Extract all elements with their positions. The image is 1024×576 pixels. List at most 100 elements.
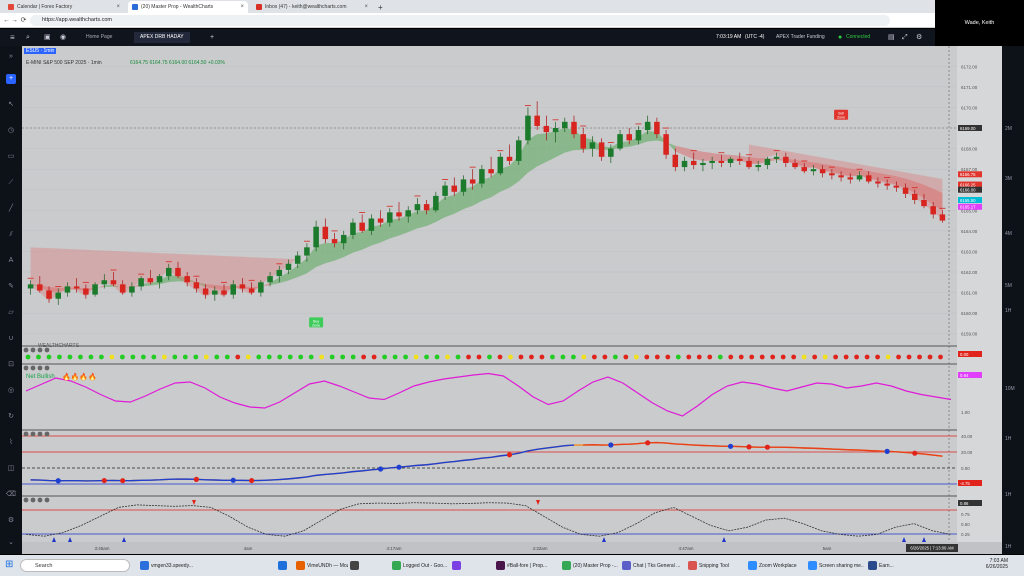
close-icon[interactable]: × (364, 4, 368, 10)
time-tick-label: 4:17am (386, 546, 401, 551)
close-icon[interactable]: × (240, 4, 244, 10)
layout-icon[interactable]: ▣ (44, 29, 51, 46)
fullscreen-icon[interactable]: ⤢ (902, 29, 908, 46)
taskbar-clock[interactable]: 7:03 AM 6/26/2025 (978, 558, 1008, 570)
add-icon[interactable]: + (6, 74, 16, 84)
signal-dot (591, 354, 597, 360)
save-icon[interactable]: ▤ (888, 29, 895, 46)
signal-dot (88, 354, 94, 360)
chart-icon[interactable]: ⌇ (6, 438, 16, 448)
signal-dot (654, 354, 660, 360)
forward-button[interactable]: → (10, 15, 19, 26)
interval-label[interactable]: 4M (1005, 231, 1012, 237)
candle-body (801, 167, 808, 172)
signal-dot (193, 354, 199, 360)
cursor-icon[interactable]: ↖ (6, 100, 16, 110)
cloud-band (399, 215, 409, 236)
taskbar-app-1[interactable] (278, 558, 292, 573)
signal-dot (245, 354, 251, 360)
trend-dot (746, 444, 752, 450)
candle-body (783, 156, 789, 163)
windows-start-icon[interactable]: ⊞ (5, 559, 16, 570)
taskbar-app-11[interactable]: Screen sharing me... (808, 558, 864, 573)
interval-label[interactable]: 5M (1005, 283, 1012, 289)
gear-icon[interactable]: ⚙ (6, 516, 16, 526)
taskbar-app-5[interactable] (452, 558, 492, 573)
magnet-icon[interactable]: ∪ (6, 334, 16, 344)
interval-label[interactable]: 1H (1005, 436, 1011, 442)
browser-tab-forex[interactable]: Calendar | Forex Factory × (4, 1, 124, 13)
buy-zone-label-2: Zone (312, 323, 320, 327)
lock-icon[interactable]: ⊡ (6, 360, 16, 370)
taskbar-search-input[interactable]: Search (20, 559, 130, 572)
taskbar-app-9[interactable]: Snipping Tool (688, 558, 744, 573)
tab-home-page[interactable]: Home Page (80, 32, 118, 43)
brush-icon[interactable]: ✎ (6, 282, 16, 292)
settings-icon[interactable]: ⚙ (916, 29, 922, 46)
app-label: Screen sharing me... (819, 562, 864, 569)
price-tick-label: 6162.00 (961, 270, 978, 275)
forexfactory-icon (8, 4, 14, 10)
note-icon[interactable]: ▭ (6, 152, 16, 162)
interval-label[interactable]: 1H (1005, 544, 1011, 550)
taskbar-app-0[interactable]: vmgen33.speedy... (140, 558, 218, 573)
new-tab-button[interactable]: + (376, 1, 388, 13)
browser-tab-inbox[interactable]: Inbox (47) - keith@wealthcharts.com × (252, 1, 372, 13)
signal-dot (571, 354, 576, 360)
refresh-icon[interactable]: ↻ (6, 412, 16, 422)
clock-icon[interactable]: ◷ (6, 126, 16, 136)
chart-area[interactable]: 6172.006171.006170.006169.006168.006167.… (22, 46, 1002, 554)
candle-body (129, 286, 135, 293)
chart-canvas[interactable]: 6172.006171.006170.006169.006168.006167.… (22, 46, 1002, 554)
reload-button[interactable]: ⟳ (19, 15, 28, 26)
collapse-icon[interactable]: » (6, 52, 16, 62)
menu-icon[interactable]: ≡ (10, 29, 15, 46)
eye-icon[interactable]: ◎ (6, 386, 16, 396)
signal-dot (539, 354, 545, 360)
taskbar-app-10[interactable]: Zoom Workplace (748, 558, 804, 573)
trade-account[interactable]: APEX Trader Funding (776, 29, 825, 46)
interval-label[interactable]: 3M (1005, 176, 1012, 182)
close-icon[interactable]: × (116, 4, 120, 10)
price-tick-label: 6164.00 (961, 229, 978, 234)
browser-tab-wealthcharts[interactable]: (20) Master Prop - WealthCharts × (128, 1, 248, 13)
price-tick-label: 6159.00 (961, 332, 978, 337)
line-icon[interactable]: ╱ (6, 204, 16, 214)
taskbar-app-2[interactable]: VimeUNDh — Mozi... (296, 558, 348, 573)
interval-label[interactable]: 1H (1005, 492, 1011, 498)
signal-dot (57, 354, 62, 360)
trendline-icon[interactable]: ⟋ (6, 178, 16, 188)
tab-apex-layout[interactable]: APEX DRB HADAY (134, 32, 190, 43)
interval-label[interactable]: 10M (1005, 386, 1015, 392)
expand-icon[interactable]: ⌄ (6, 538, 16, 548)
channel-icon[interactable]: ⫽ (6, 230, 16, 240)
signal-dot (508, 354, 513, 360)
taskbar-app-6[interactable]: #Ball-fore | Prop... (496, 558, 558, 573)
camera-icon[interactable]: ◉ (60, 29, 66, 46)
taskbar-app-8[interactable]: Chat | Tks General ... (622, 558, 684, 573)
taskbar-app-12[interactable]: Earn... (868, 558, 908, 573)
signal-dot (182, 354, 188, 360)
layers-icon[interactable]: ◫ (6, 464, 16, 474)
search-icon[interactable]: ⌕ (26, 29, 30, 46)
text-icon[interactable]: A (6, 256, 16, 266)
interval-label[interactable]: 1H (1005, 308, 1011, 314)
add-tab-icon[interactable]: + (210, 29, 214, 46)
candle-body (488, 169, 494, 174)
signal-dot (487, 354, 492, 360)
trash-icon[interactable]: ⌫ (6, 490, 16, 500)
taskbar-app-4[interactable]: Logged Out - Goo... (392, 558, 448, 573)
candle-body (515, 140, 522, 161)
candle-body (912, 193, 918, 200)
symbol-badge[interactable]: ESU5 · 1min (24, 48, 57, 54)
candle-body (248, 288, 255, 293)
interval-label[interactable]: 2M (1005, 126, 1012, 132)
ruler-icon[interactable]: ▱ (6, 308, 16, 318)
url-input[interactable]: https://app.wealthcharts.com (30, 15, 890, 26)
signal-dot (99, 354, 104, 360)
taskbar-app-7[interactable]: (20) Master Prop -... (562, 558, 620, 573)
taskbar-app-3[interactable] (350, 558, 386, 573)
signal-dot (119, 354, 125, 360)
candle-body (83, 288, 89, 295)
signal-dot (67, 354, 73, 360)
